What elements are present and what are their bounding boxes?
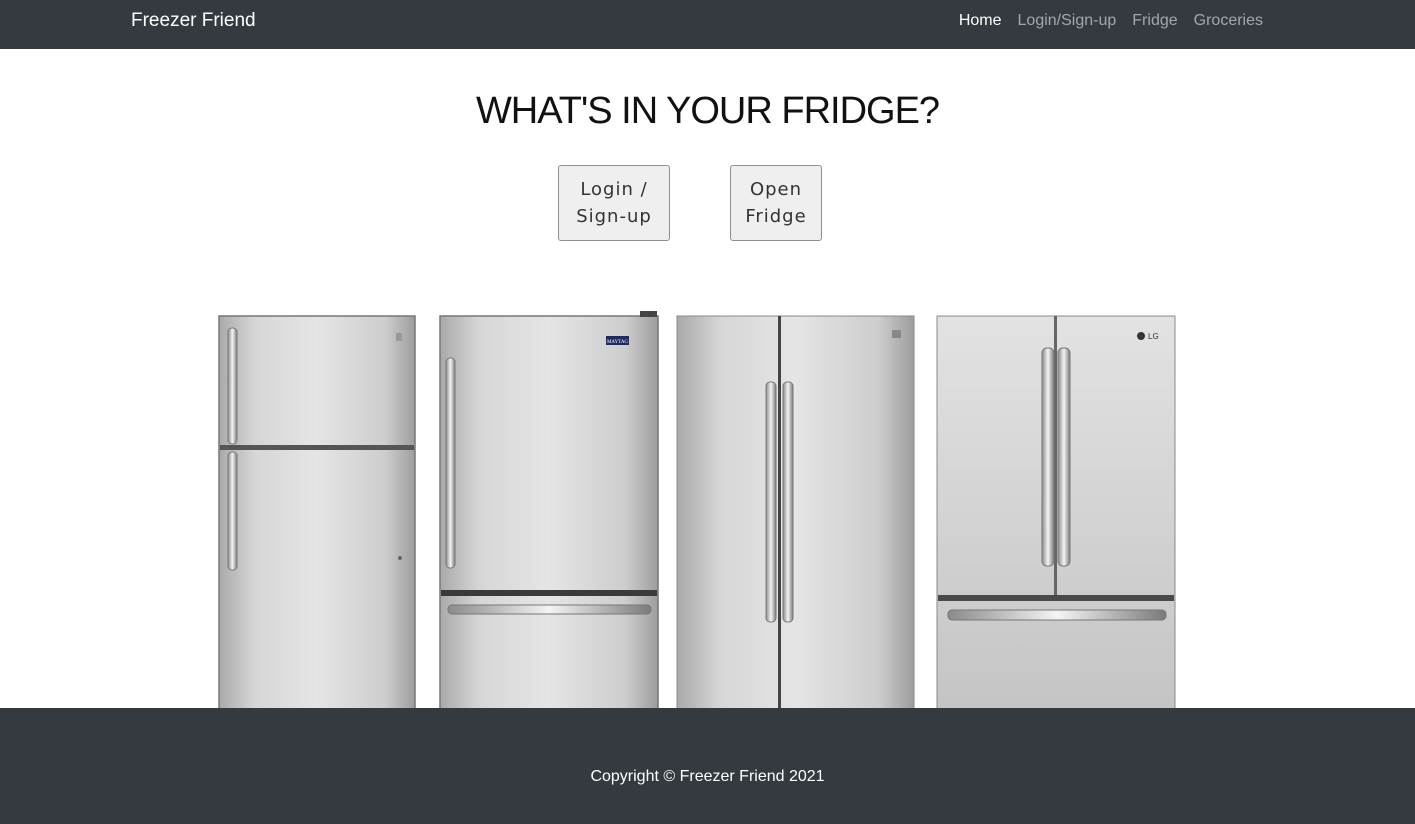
- french-door-fridge-image: LG: [936, 315, 1176, 708]
- side-by-side-fridge-image: [676, 315, 915, 708]
- login-button-line-2: Sign-up: [576, 206, 652, 227]
- lg-badge-text: LG: [1148, 332, 1159, 341]
- fridge-button-line-2: Fridge: [745, 206, 807, 227]
- nav-groceries[interactable]: Groceries: [1194, 12, 1263, 30]
- brand-link[interactable]: Freezer Friend: [131, 10, 256, 32]
- page-title: WHAT'S IN YOUR FRIDGE?: [475, 90, 940, 132]
- nav-home[interactable]: Home: [959, 12, 1002, 30]
- bottom-freezer-fridge-image: MAYTAG: [439, 311, 659, 708]
- fridge-gallery-image: MAYTAG LG: [218, 311, 1176, 708]
- login-signup-button[interactable]: Login / Sign-up: [558, 165, 670, 241]
- open-fridge-button[interactable]: Open Fridge: [730, 165, 822, 241]
- copyright-text: Copyright © Freezer Friend 2021: [590, 768, 825, 785]
- login-button-line-1: Login /: [580, 179, 648, 200]
- fridge-gallery: MAYTAG LG: [0, 300, 1415, 708]
- maytag-badge-text: MAYTAG: [607, 340, 628, 345]
- site-footer: Copyright © Freezer Friend 2021: [0, 708, 1415, 824]
- fridge-button-line-1: Open: [749, 179, 803, 200]
- nav-fridge[interactable]: Fridge: [1132, 12, 1177, 30]
- top-freezer-fridge-image: [218, 315, 416, 708]
- nav-login-signup[interactable]: Login/Sign-up: [1018, 12, 1117, 30]
- nav-links: Home Login/Sign-up Fridge Groceries: [959, 12, 1263, 30]
- top-navbar: Freezer Friend Home Login/Sign-up Fridge…: [0, 0, 1415, 49]
